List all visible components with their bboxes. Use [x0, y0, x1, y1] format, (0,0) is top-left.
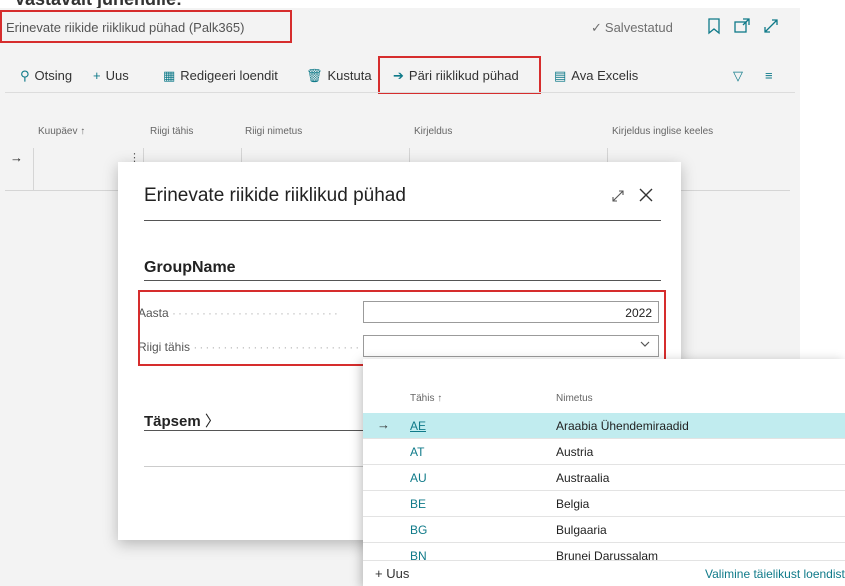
search-icon: ⚲: [20, 68, 30, 83]
trash-icon: 🗑: [306, 68, 323, 83]
cropped-heading: Vastavalt juhendile:: [0, 0, 845, 8]
edit-list-button[interactable]: ▦ Redigeeri loendit: [163, 68, 278, 84]
expand-dialog-icon[interactable]: [610, 188, 626, 209]
filter-icon[interactable]: ▽: [733, 68, 743, 84]
divider: [144, 430, 364, 431]
list-item[interactable]: → AE Araabia Ühendemiraadid: [363, 413, 845, 439]
open-excel-button[interactable]: ▤ Ava Excelis: [554, 68, 638, 84]
status-saved: ✓ Salvestatud: [591, 20, 673, 35]
list-item[interactable]: AT Austria: [363, 439, 845, 465]
close-icon[interactable]: [637, 186, 655, 209]
bookmark-icon[interactable]: [705, 17, 723, 35]
action-bar: ⚲ Otsing + Uus ▦ Redigeeri loendit 🗑 Kustuta…: [0, 56, 800, 94]
open-new-window-icon[interactable]: [733, 17, 751, 35]
list-item[interactable]: BE Belgia: [363, 491, 845, 517]
toolbar-divider: [5, 92, 795, 93]
column-header[interactable]: Riigi nimetus: [245, 126, 302, 137]
dialog-title: Erinevate riikide riiklikud pühad: [144, 185, 406, 206]
highlight-fields: [138, 290, 666, 366]
search-button[interactable]: ⚲ Otsing: [20, 68, 72, 84]
row-arrow-icon: →: [10, 150, 23, 165]
lookup-header-code[interactable]: Tähis ↑: [410, 393, 442, 404]
column-header[interactable]: Riigi tähis: [150, 126, 193, 137]
delete-button[interactable]: 🗑 Kustuta: [306, 68, 372, 84]
title-bar: Erinevate riikide riiklikud pühad (Palk3…: [0, 8, 800, 46]
chevron-right-icon: 〉: [200, 413, 220, 430]
advanced-toggle[interactable]: Täpsem 〉: [144, 410, 220, 431]
group-title: GroupName: [144, 259, 236, 276]
edit-list-icon: ▦: [163, 68, 176, 83]
full-list-link[interactable]: Valimine täielikust loendist: [705, 567, 845, 581]
list-item[interactable]: BG Bulgaaria: [363, 517, 845, 543]
highlight-get-holidays: [378, 56, 541, 94]
expand-icon[interactable]: [762, 17, 780, 35]
new-button[interactable]: + Uus: [93, 68, 129, 83]
lookup-header-name[interactable]: Nimetus: [556, 393, 593, 404]
divider: [144, 280, 661, 281]
list-view-icon[interactable]: ≡: [765, 68, 773, 83]
list-item[interactable]: AU Austraalia: [363, 465, 845, 491]
divider: [144, 220, 661, 221]
lookup-footer: + Uus Valimine täielikust loendist: [363, 560, 845, 586]
excel-icon: ▤: [554, 68, 567, 83]
highlight-title: [0, 10, 292, 43]
column-header[interactable]: Kirjeldus: [414, 126, 452, 137]
column-header[interactable]: Kirjeldus inglise keeles: [612, 126, 713, 137]
plus-icon: +: [375, 566, 387, 581]
arrow-right-icon: →: [377, 417, 390, 432]
plus-icon: +: [93, 68, 101, 83]
check-icon: ✓: [591, 20, 602, 35]
country-lookup-dropdown: Tähis ↑ Nimetus → AE Araabia Ühendemiraa…: [363, 359, 845, 586]
column-header[interactable]: Kuupäev ↑: [38, 126, 85, 137]
divider: [144, 466, 364, 467]
new-lookup-button[interactable]: + Uus: [375, 566, 409, 581]
